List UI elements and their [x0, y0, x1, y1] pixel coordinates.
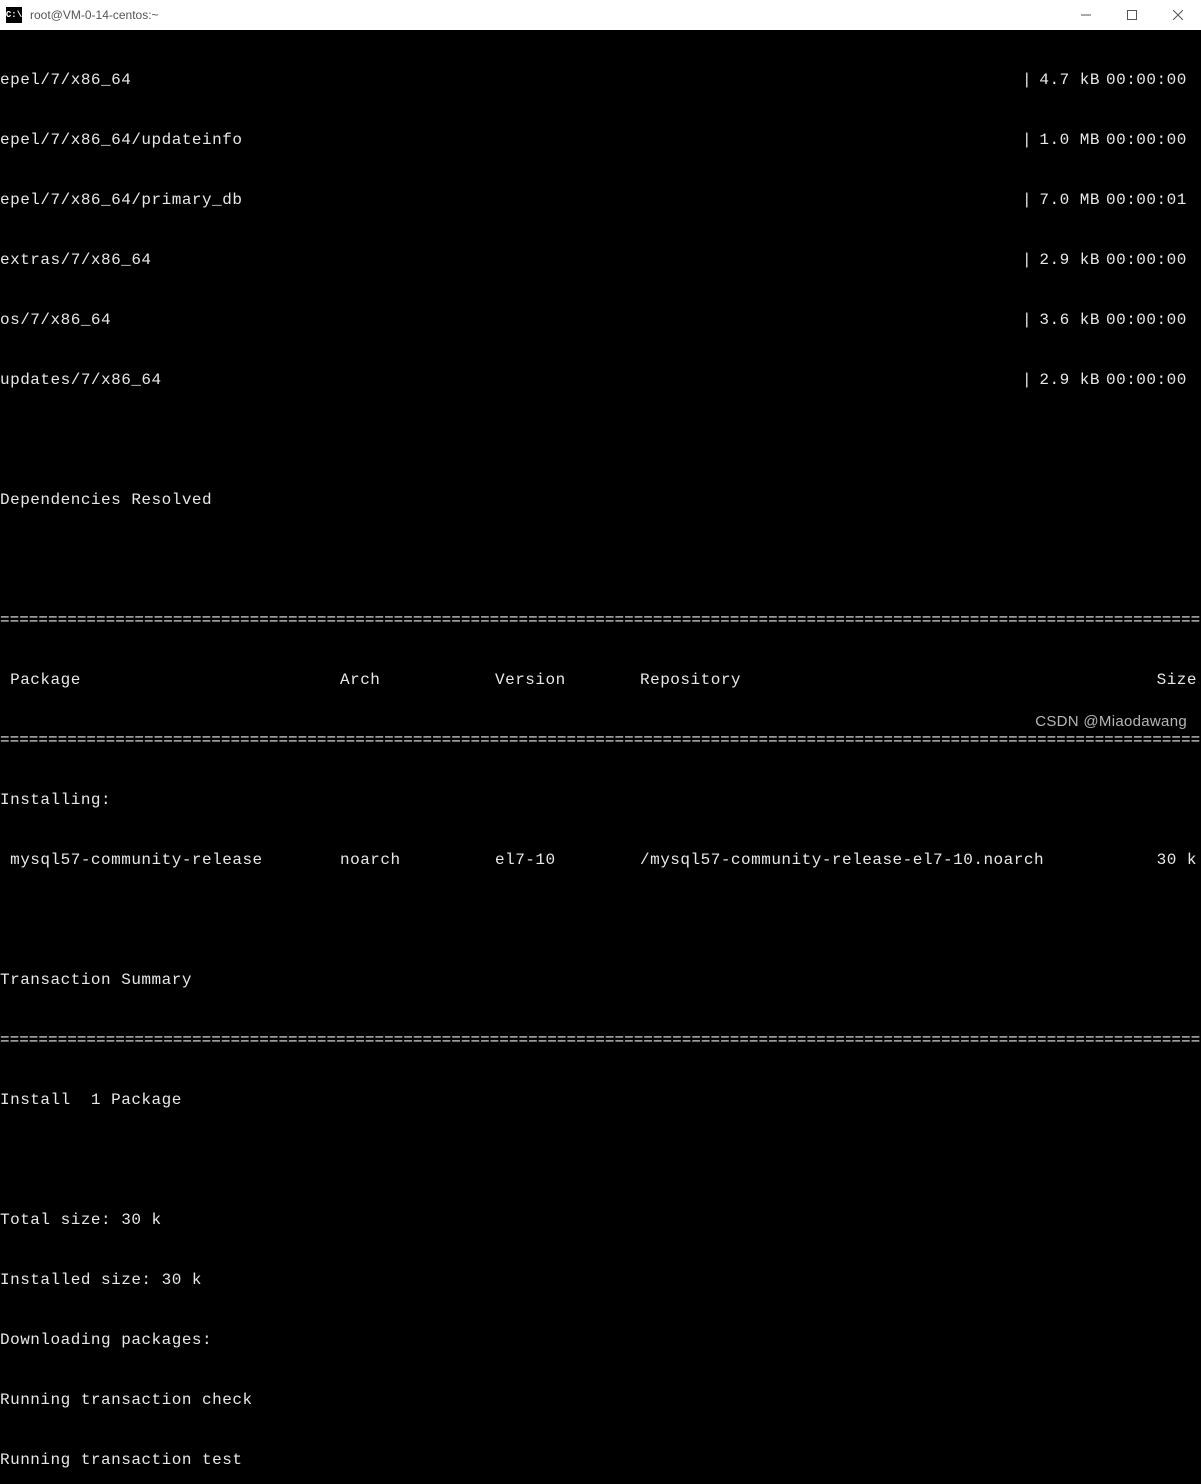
transaction-summary-label: Transaction Summary [0, 970, 1201, 990]
running-test: Running transaction test [0, 1450, 1201, 1470]
repo-row: epel/7/x86_64|4.7 kB00:00:00 [0, 70, 1201, 90]
repo-row: epel/7/x86_64/primary_db|7.0 MB00:00:01 [0, 190, 1201, 210]
repo-row: epel/7/x86_64/updateinfo|1.0 MB00:00:00 [0, 130, 1201, 150]
repo-name: epel/7/x86_64 [0, 70, 1018, 90]
maximize-button[interactable] [1109, 0, 1155, 30]
package-header: Package Arch Version Repository Size [0, 670, 1201, 690]
package-row: mysql57-community-release noarch el7-10 … [0, 850, 1201, 870]
col-version: Version [495, 670, 640, 690]
col-arch: Arch [340, 670, 495, 690]
col-package: Package [0, 670, 340, 690]
repo-row: extras/7/x86_64|2.9 kB00:00:00 [0, 250, 1201, 270]
terminal-output[interactable]: epel/7/x86_64|4.7 kB00:00:00 epel/7/x86_… [0, 30, 1201, 1484]
installed-size: Installed size: 30 k [0, 1270, 1201, 1290]
col-size: Size [1141, 670, 1201, 690]
watermark: CSDN @Miaodawang [1035, 713, 1187, 730]
separator-line: ========================================… [0, 610, 1201, 630]
window-title: root@VM-0-14-centos:~ [30, 8, 159, 22]
separator: | [1018, 70, 1036, 90]
separator-line: ========================================… [0, 730, 1201, 750]
separator-line: ========================================… [0, 1030, 1201, 1050]
repo-row: os/7/x86_64|3.6 kB00:00:00 [0, 310, 1201, 330]
install-summary: Install 1 Package [0, 1090, 1201, 1110]
deps-resolved-label: Dependencies Resolved [0, 490, 1201, 510]
minimize-button[interactable] [1063, 0, 1109, 30]
total-size: Total size: 30 k [0, 1210, 1201, 1230]
col-repository: Repository [640, 670, 1141, 690]
window-titlebar: C:\ root@VM-0-14-centos:~ [0, 0, 1201, 30]
repo-row: updates/7/x86_64|2.9 kB00:00:00 [0, 370, 1201, 390]
terminal-icon: C:\ [6, 7, 22, 23]
close-button[interactable] [1155, 0, 1201, 30]
repo-time: 00:00:00 [1106, 70, 1201, 90]
window-controls [1063, 0, 1201, 30]
running-check: Running transaction check [0, 1390, 1201, 1410]
repo-size: 4.7 kB [1036, 70, 1106, 90]
installing-label: Installing: [0, 790, 1201, 810]
downloading-label: Downloading packages: [0, 1330, 1201, 1350]
